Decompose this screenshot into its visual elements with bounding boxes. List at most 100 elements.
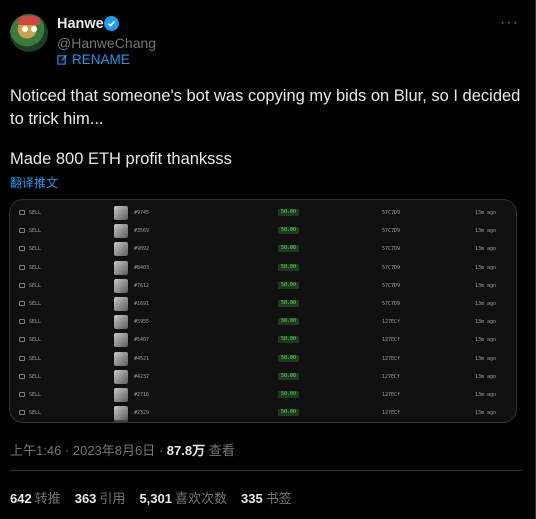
marketplace-icon: [19, 337, 25, 343]
likes-label: 喜欢次数: [174, 491, 227, 506]
nft-token-id: #2329: [134, 410, 150, 417]
marketplace-icon: [19, 392, 25, 397]
sale-price: 50.00: [278, 300, 300, 307]
sale-price: 50.00: [278, 391, 300, 398]
nft-token-id: #5955: [134, 319, 150, 326]
nft-thumbnail: [114, 206, 128, 220]
quotes-count: 363: [74, 491, 97, 506]
activity-action: SELL: [29, 282, 42, 289]
nft-token-id: #4521: [134, 355, 150, 362]
author-name[interactable]: Hanwe: [57, 16, 104, 32]
activity-time: 13m ago: [475, 410, 497, 417]
quotes-stat[interactable]: 363 引用: [75, 488, 126, 507]
verified-badge-icon: [104, 16, 119, 31]
bookmarks-stat[interactable]: 335 书签: [241, 488, 292, 507]
rename-label: RENAME: [72, 52, 130, 67]
sale-price: 50.00: [278, 245, 300, 253]
likes-stat[interactable]: 5,301 喜欢次数: [139, 488, 227, 507]
sale-price: 50.00: [278, 263, 300, 271]
likes-count: 5,301: [139, 491, 172, 506]
edit-icon: [57, 54, 68, 65]
activity-row: SELL #3569 50.00 57C7D9 13m ago: [10, 222, 516, 240]
activity-time: 13m ago: [475, 392, 497, 398]
nft-thumbnail: [114, 278, 128, 293]
nft-token-id: #9745: [134, 210, 150, 216]
views-label: 查看: [205, 443, 235, 458]
activity-time: 13m ago: [475, 301, 497, 307]
avatar-eye: [31, 26, 37, 32]
activity-action: SELL: [29, 246, 42, 253]
more-icon[interactable]: ···: [500, 14, 519, 32]
buyer-address: 57C7D9: [382, 228, 401, 235]
activity-action: SELL: [29, 301, 42, 307]
timestamp[interactable]: 上午1:46 · 2023年8月6日 ·: [10, 443, 167, 458]
bookmarks-count: 335: [241, 491, 263, 506]
activity-action: SELL: [29, 337, 42, 344]
nft-thumbnail: [114, 351, 128, 366]
activity-action: SELL: [29, 264, 42, 271]
buyer-address: 127ECf: [382, 392, 401, 398]
activity-row: SELL #2329 50.00 127ECf 13m ago: [10, 404, 516, 422]
buyer-address: 127ECf: [382, 319, 401, 326]
sale-price: 50.00: [278, 281, 300, 289]
sale-price: 50.00: [278, 318, 300, 326]
activity-time: 13m ago: [475, 246, 497, 253]
nft-token-id: #5407: [134, 337, 150, 344]
marketplace-icon: [19, 410, 25, 416]
activity-time: 13m ago: [475, 264, 497, 271]
activity-action: SELL: [29, 373, 42, 380]
buyer-address: 127ECf: [382, 410, 401, 417]
avatar[interactable]: [10, 14, 48, 52]
buyer-address: 57C7D9: [382, 246, 401, 253]
nft-thumbnail: [114, 242, 128, 257]
marketplace-icon: [19, 228, 25, 234]
activity-row: SELL #9745 50.00 57C7D9 13m ago: [10, 204, 516, 222]
marketplace-icon: [19, 210, 25, 215]
sale-price: 50.00: [278, 336, 300, 344]
author-handle[interactable]: @HanweChang: [57, 35, 156, 51]
activity-row: SELL #9092 50.00 57C7D9 13m ago: [10, 240, 516, 258]
nft-token-id: #3569: [134, 228, 150, 235]
nft-thumbnail: [114, 315, 128, 330]
activity-row: SELL #4521 50.00 127ECf 13m ago: [10, 350, 516, 368]
activity-row: SELL #7612 50.00 57C7D9 13m ago: [10, 277, 516, 295]
avatar-hat: [18, 16, 40, 25]
tweet-text: Noticed that someone's bot was copying m…: [10, 87, 521, 128]
nft-thumbnail: [114, 224, 128, 239]
avatar-eye: [22, 26, 28, 32]
activity-row: SELL #2716 50.00 127ECf 13m ago: [10, 386, 516, 404]
activity-time: 13m ago: [475, 210, 497, 216]
nft-thumbnail: [114, 260, 128, 275]
quotes-label: 引用: [99, 491, 126, 506]
sale-price: 50.00: [278, 209, 300, 216]
marketplace-icon: [19, 319, 25, 325]
activity-time: 13m ago: [475, 373, 497, 380]
buyer-address: 127ECf: [382, 373, 401, 380]
marketplace-icon: [19, 282, 25, 288]
activity-row: SELL #8403 50.00 57C7D9 13m ago: [10, 259, 516, 277]
activity-time: 13m ago: [475, 228, 497, 235]
nft-token-id: #1691: [134, 301, 150, 307]
bookmarks-label: 书签: [265, 491, 292, 506]
tweet-meta: 上午1:46 · 2023年8月6日 · 87.8万 查看: [10, 440, 235, 459]
translate-link[interactable]: 翻译推文: [10, 174, 58, 191]
retweets-stat[interactable]: 642 转推: [10, 488, 61, 507]
sale-price: 50.00: [278, 372, 300, 380]
rename-link[interactable]: RENAME: [57, 52, 130, 67]
buyer-address: 127ECf: [382, 337, 401, 344]
activity-action: SELL: [29, 392, 42, 398]
nft-thumbnail: [114, 388, 128, 402]
divider: [10, 470, 522, 471]
activity-row: SELL #5955 50.00 127ECf 13m ago: [10, 313, 516, 331]
activity-time: 13m ago: [475, 319, 497, 326]
sale-price: 50.00: [278, 227, 300, 235]
marketplace-icon: [19, 301, 25, 306]
retweets-count: 642: [10, 491, 32, 506]
marketplace-icon: [19, 355, 25, 361]
view-count: 87.8万: [166, 443, 206, 458]
nft-token-id: #8403: [134, 264, 150, 271]
engagement-stats: 642 转推 363 引用 5,301 喜欢次数 335 书签: [10, 488, 292, 507]
media-image[interactable]: SELL #9745 50.00 57C7D9 13m ago SELL #3569 50.0…: [9, 199, 517, 423]
activity-time: 13m ago: [475, 355, 497, 362]
nft-thumbnail: [114, 369, 128, 384]
